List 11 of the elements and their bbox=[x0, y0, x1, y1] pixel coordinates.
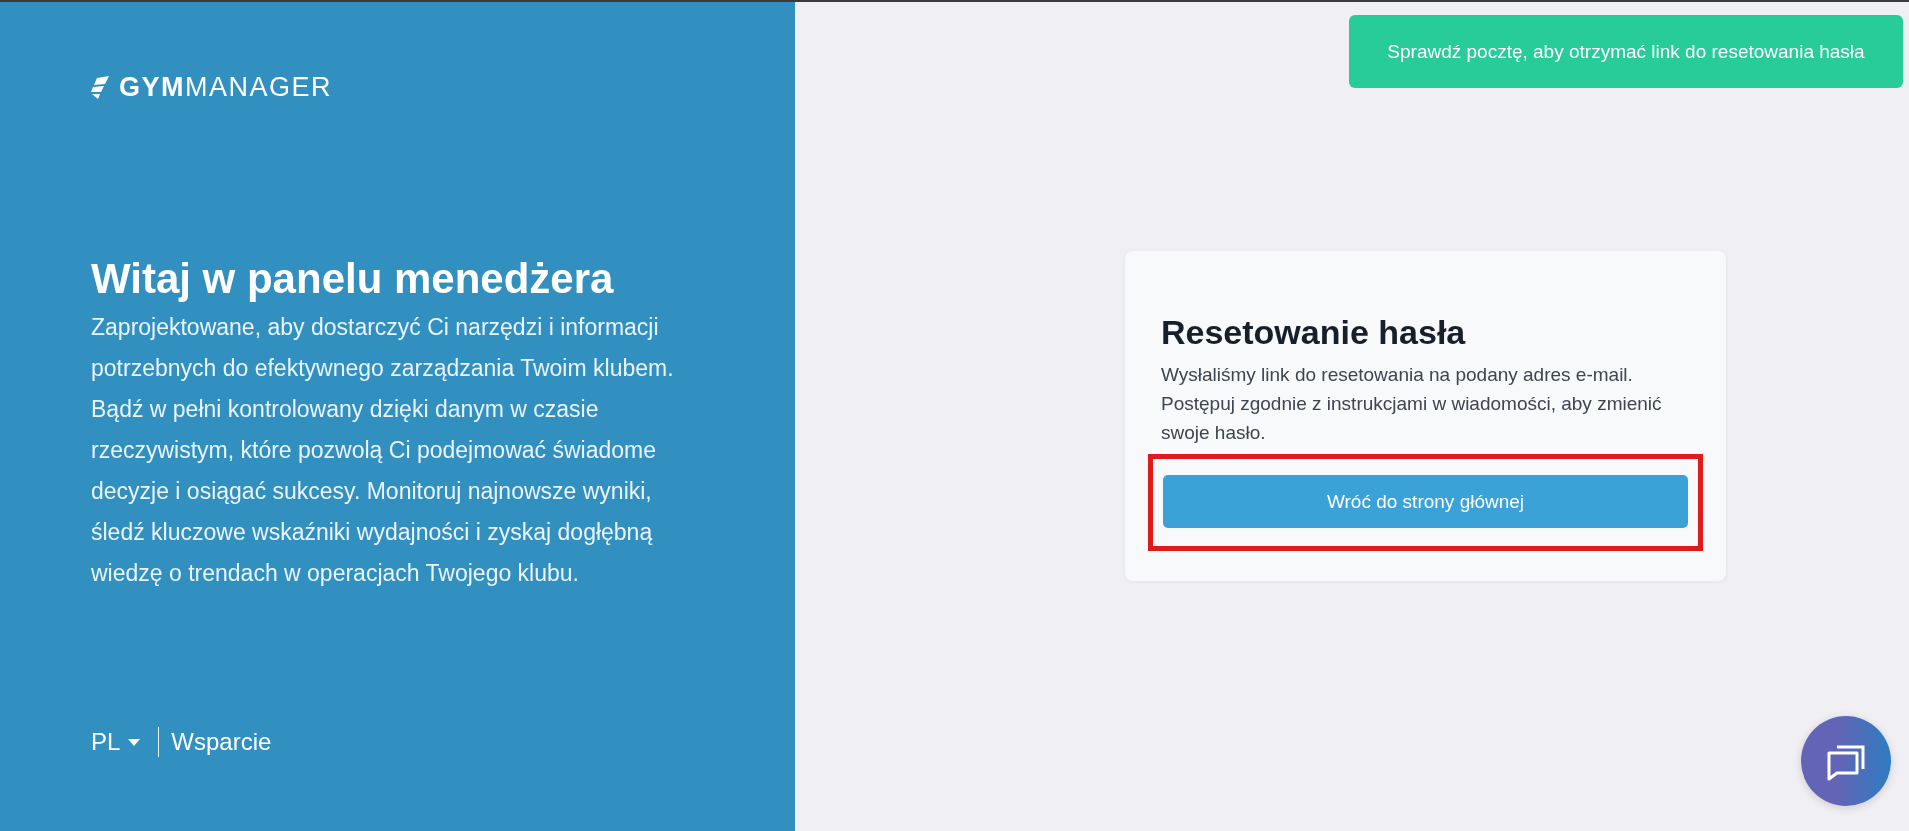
chat-button[interactable] bbox=[1801, 716, 1891, 806]
home-button[interactable]: Wróć do strony głównej bbox=[1163, 475, 1688, 528]
caret-icon bbox=[128, 738, 141, 746]
logo-text: GYMMANAGER bbox=[119, 72, 333, 103]
language-dropdown[interactable]: PL bbox=[91, 728, 141, 756]
card-title: Resetowanie hasła bbox=[1161, 313, 1467, 352]
support-link[interactable]: Wsparcie bbox=[171, 728, 272, 756]
card-text: Wysłaliśmy link do resetowania na podany adres e-mail. Postępuj zgodnie z instrukcjami w wiadomości, aby zmienić swoje hasło. bbox=[1161, 363, 1663, 445]
welcome-title: Witaj w panelu menedżera bbox=[91, 255, 615, 303]
success-toast: Sprawdź pocztę, aby otrzymać link do resetowania hasła bbox=[1349, 15, 1903, 88]
welcome-text: Zaprojektowane, aby dostarczyć Ci narzędzi i informacji potrzebnych do efektywnego zarządzania Twoim klubem. Bądź w pełni kontrolowany dzięki danym w czasie rzeczywistym, które pozwolą Ci podejmować świadome decyzje i osiągać sukcesy. Monitoruj najnowsze wyniki, śledź kluczowe wskaźniki wydajności i zyskaj dogłębną wiedzę o trendach w operacjach Twojego klubu. bbox=[91, 313, 675, 588]
